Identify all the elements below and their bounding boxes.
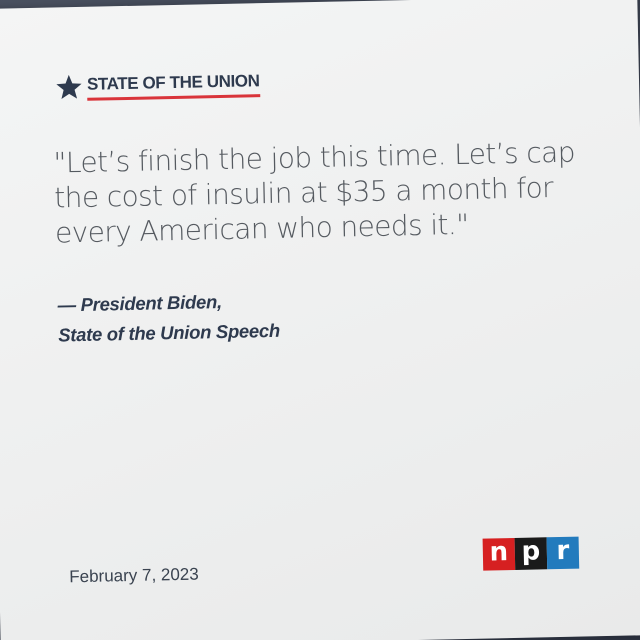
npr-logo-r: r	[546, 536, 580, 570]
quote-card: STATE OF THE UNION "Let’s finish the job…	[0, 0, 640, 640]
header-title: STATE OF THE UNION	[86, 71, 260, 101]
date-label: February 7, 2023	[69, 564, 199, 587]
star-icon	[56, 74, 82, 100]
screenshot-stage: STATE OF THE UNION "Let’s finish the job…	[0, 0, 640, 640]
attribution: — President Biden, State of the Union Sp…	[57, 286, 280, 351]
npr-logo: n p r	[482, 536, 580, 571]
attribution-source: State of the Union Speech	[57, 319, 281, 346]
quote-text: "Let’s finish the job this time. Let’s c…	[53, 135, 576, 250]
npr-logo-p: p	[514, 536, 548, 570]
header: STATE OF THE UNION	[55, 69, 260, 101]
attribution-name: — President Biden,	[57, 291, 222, 316]
npr-logo-n: n	[482, 537, 516, 571]
